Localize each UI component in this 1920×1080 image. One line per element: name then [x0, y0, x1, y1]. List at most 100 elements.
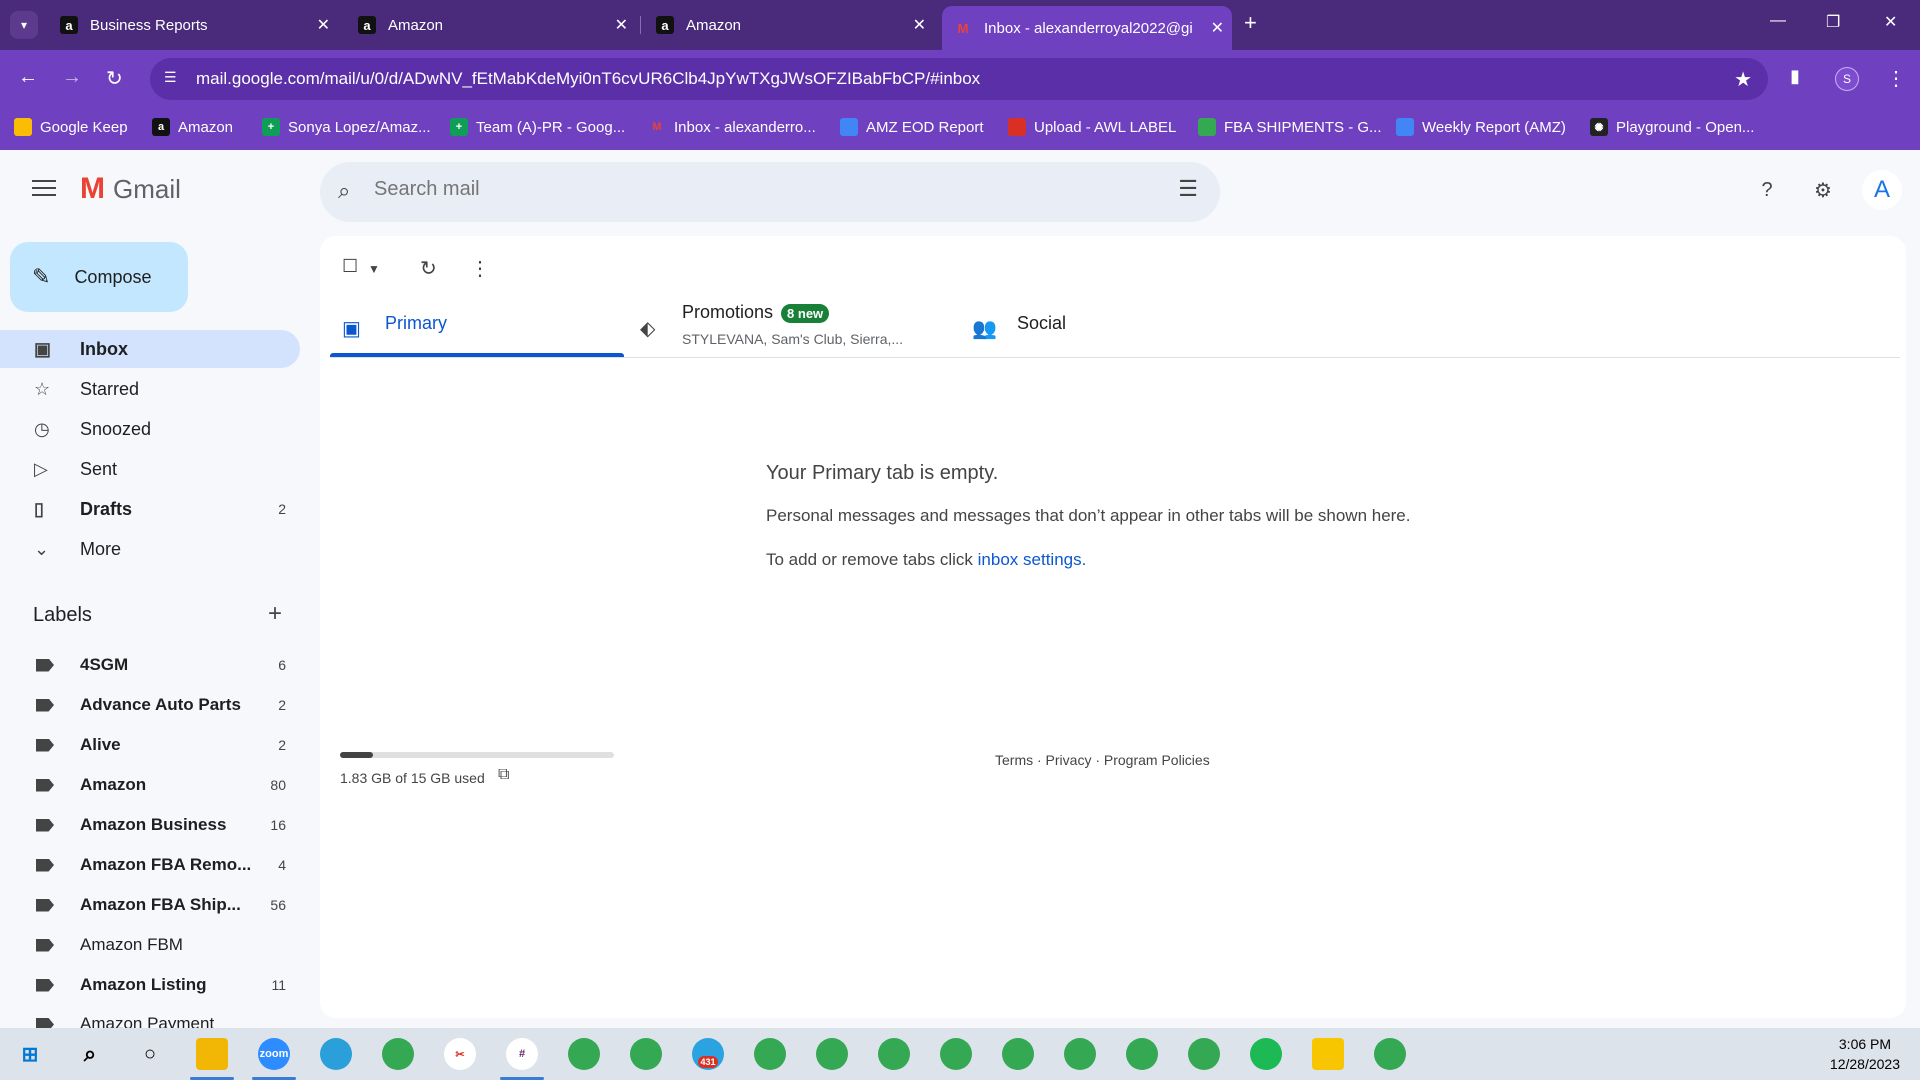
telegram-icon[interactable]: 431: [692, 1038, 724, 1070]
footer-links[interactable]: Terms · Privacy · Program Policies: [995, 752, 1210, 768]
address-bar-row: ← → ↻ ☰ mail.google.com/mail/u/0/d/ADwNV…: [0, 50, 1920, 108]
bookmark-google-keep[interactable]: Google Keep: [14, 118, 128, 136]
gmail-logo[interactable]: M Gmail: [80, 172, 181, 206]
label-alive[interactable]: Alive 2: [0, 728, 300, 762]
slack-icon[interactable]: #: [506, 1038, 538, 1070]
gmail-icon: M: [80, 172, 105, 205]
close-icon[interactable]: ✕: [1211, 18, 1224, 38]
restore-icon[interactable]: ❐: [1826, 12, 1840, 32]
edge-icon[interactable]: [320, 1038, 352, 1070]
reload-icon[interactable]: ↻: [106, 66, 123, 91]
tabs-divider: [330, 357, 1900, 358]
search-bar[interactable]: ⌕ ☰: [320, 162, 1220, 222]
nav-drafts[interactable]: ▯ Drafts 2: [0, 490, 300, 528]
browser-tab-amazon-2[interactable]: a Amazon ✕: [644, 8, 934, 42]
bookmark-weekly-report[interactable]: Weekly Report (AMZ): [1396, 118, 1566, 136]
forward-icon[interactable]: →: [62, 66, 82, 89]
chrome-icon[interactable]: [1188, 1038, 1220, 1070]
people-icon: 👥: [972, 318, 997, 340]
bookmark-amz-eod-report[interactable]: AMZ EOD Report: [840, 118, 984, 136]
bookmark-upload-awl[interactable]: Upload - AWL LABEL: [1008, 118, 1176, 136]
bookmark-sonya-lopez[interactable]: + Sonya Lopez/Amaz...: [262, 118, 431, 136]
browser-tab-amazon-1[interactable]: a Amazon ✕: [346, 8, 636, 42]
refresh-icon[interactable]: ↻: [420, 256, 437, 281]
label-amazon-payment[interactable]: Amazon Payment: [0, 1006, 300, 1028]
new-tab-button[interactable]: +: [1244, 10, 1257, 36]
add-label-icon[interactable]: +: [268, 600, 282, 628]
chrome-icon[interactable]: [568, 1038, 600, 1070]
chrome-icon[interactable]: [1126, 1038, 1158, 1070]
nav-inbox[interactable]: ▣ Inbox: [0, 330, 300, 368]
label-4sgm[interactable]: 4SGM 6: [0, 648, 300, 682]
sticky-notes-icon[interactable]: [1312, 1038, 1344, 1070]
close-icon[interactable]: ✕: [615, 15, 628, 35]
bookmark-fba-shipments[interactable]: FBA SHIPMENTS - G...: [1198, 118, 1382, 136]
label-advance-auto-parts[interactable]: Advance Auto Parts 2: [0, 688, 300, 722]
file-explorer-icon[interactable]: [196, 1038, 228, 1070]
task-view-icon[interactable]: ○: [134, 1038, 166, 1070]
nav-sent[interactable]: ▷ Sent: [0, 450, 300, 488]
tab-promotions[interactable]: ⬖ Promotions 8 new STYLEVANA, Sam's Club,…: [640, 296, 940, 358]
select-checkbox[interactable]: ☐: [342, 256, 358, 277]
close-window-icon[interactable]: ✕: [1884, 12, 1897, 32]
side-panel-icon[interactable]: ▮: [1790, 66, 1800, 87]
windows-start-icon[interactable]: ⊞: [14, 1038, 46, 1070]
search-options-icon[interactable]: ☰: [1178, 176, 1198, 202]
label-amazon-fba-shipments[interactable]: Amazon FBA Ship... 56: [0, 888, 300, 922]
url-text[interactable]: mail.google.com/mail/u/0/d/ADwNV_fEtMabK…: [196, 69, 980, 89]
omnibox[interactable]: ☰ mail.google.com/mail/u/0/d/ADwNV_fEtMa…: [150, 58, 1768, 100]
chrome-icon[interactable]: [816, 1038, 848, 1070]
profile-avatar[interactable]: S: [1835, 67, 1859, 91]
settings-icon[interactable]: ⚙: [1808, 175, 1838, 205]
chrome-icon[interactable]: [1064, 1038, 1096, 1070]
search-icon[interactable]: ⌕: [74, 1038, 106, 1070]
main-menu-icon[interactable]: [32, 180, 56, 198]
snipping-tool-icon[interactable]: ✂: [444, 1038, 476, 1070]
label-count: 2: [278, 697, 286, 713]
tab-search-button[interactable]: ▾: [10, 11, 38, 39]
chrome-icon[interactable]: [940, 1038, 972, 1070]
help-icon[interactable]: ?: [1752, 175, 1782, 205]
bookmark-amazon[interactable]: a Amazon: [152, 118, 233, 136]
search-icon[interactable]: ⌕: [338, 178, 350, 204]
close-icon[interactable]: ✕: [317, 15, 330, 35]
mail-list-panel: ☐ ▼ ↻ ⋮ ▣ Primary ⬖ Promotions 8 new STYL…: [320, 236, 1906, 1018]
back-icon[interactable]: ←: [18, 66, 38, 89]
browser-tab-business-reports[interactable]: a Business Reports ✕: [48, 8, 338, 42]
minimize-icon[interactable]: —: [1770, 12, 1786, 30]
chrome-icon[interactable]: [1374, 1038, 1406, 1070]
chrome-icon[interactable]: [878, 1038, 910, 1070]
open-external-icon[interactable]: ⧉: [498, 766, 509, 784]
browser-tab-inbox[interactable]: M Inbox - alexanderroyal2022@gi ✕: [942, 6, 1232, 50]
chrome-icon[interactable]: [382, 1038, 414, 1070]
inbox-settings-link[interactable]: inbox settings: [978, 550, 1082, 569]
chrome-icon[interactable]: [630, 1038, 662, 1070]
bookmark-team-pr[interactable]: + Team (A)-PR - Goog...: [450, 118, 625, 136]
tab-primary[interactable]: ▣ Primary: [330, 296, 624, 358]
compose-button[interactable]: ✎ Compose: [10, 242, 188, 312]
label-amazon[interactable]: Amazon 80: [0, 768, 300, 802]
chrome-icon[interactable]: [754, 1038, 786, 1070]
bookmark-playground[interactable]: ✺ Playground - Open...: [1590, 118, 1754, 136]
bookmark-star-icon[interactable]: ★: [1734, 67, 1752, 92]
more-options-icon[interactable]: ⋮: [470, 256, 490, 281]
nav-starred[interactable]: ☆ Starred: [0, 370, 300, 408]
search-input[interactable]: [374, 178, 1074, 201]
nav-snoozed[interactable]: ◷ Snoozed: [0, 410, 300, 448]
account-avatar[interactable]: A: [1862, 170, 1902, 210]
spotify-icon[interactable]: [1250, 1038, 1282, 1070]
site-info-icon[interactable]: ☰: [164, 69, 177, 86]
nav-more[interactable]: ⌄ More: [0, 530, 300, 568]
tab-social[interactable]: 👥 Social: [972, 296, 1222, 358]
bookmark-inbox[interactable]: M Inbox - alexanderro...: [648, 118, 815, 136]
label-amazon-listing[interactable]: Amazon Listing 11: [0, 968, 300, 1002]
close-icon[interactable]: ✕: [913, 15, 926, 35]
chrome-icon[interactable]: [1002, 1038, 1034, 1070]
label-amazon-fba-removal[interactable]: Amazon FBA Remo... 4: [0, 848, 300, 882]
chrome-menu-icon[interactable]: ⋮: [1886, 66, 1906, 91]
system-clock[interactable]: 3:06 PM 12/28/2023: [1830, 1034, 1900, 1074]
label-amazon-fbm[interactable]: Amazon FBM: [0, 928, 300, 962]
select-dropdown-icon[interactable]: ▼: [368, 262, 380, 276]
label-amazon-business[interactable]: Amazon Business 16: [0, 808, 300, 842]
zoom-icon[interactable]: zoom: [258, 1038, 290, 1070]
